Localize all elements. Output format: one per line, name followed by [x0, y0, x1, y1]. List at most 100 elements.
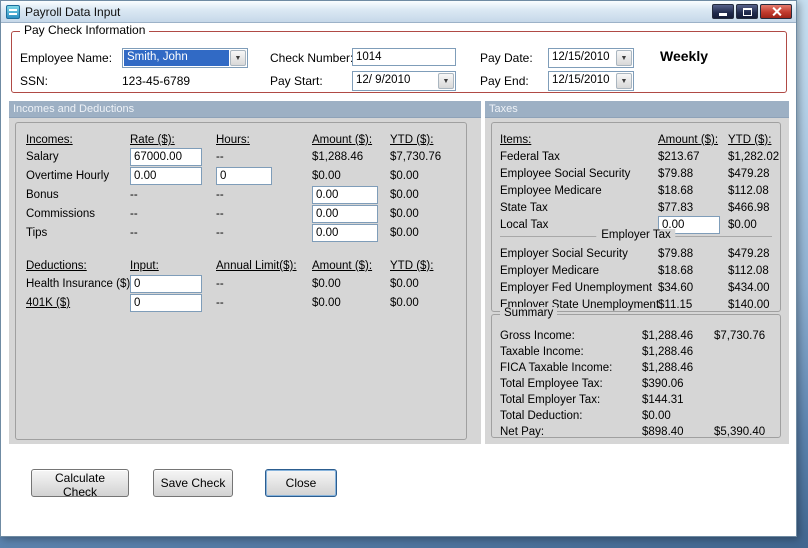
- incomes-deductions-header: Incomes and Deductions: [9, 101, 481, 118]
- pay-date-dropdown-button[interactable]: ▼: [616, 50, 632, 66]
- tax-row-federal: Federal Tax $213.67 $1,282.02: [500, 148, 780, 166]
- paycheck-info-group: Pay Check Information Employee Name: Smi…: [11, 23, 787, 93]
- hours-cell: --: [216, 227, 224, 239]
- pay-frequency-label: Weekly: [660, 48, 708, 64]
- pay-start-dropdown-button[interactable]: ▼: [438, 73, 454, 89]
- health-insurance-input[interactable]: [130, 275, 202, 293]
- income-label: Tips: [26, 227, 48, 239]
- employee-name-value: Smith, John: [124, 50, 229, 66]
- income-label: Salary: [26, 151, 59, 163]
- hours-col-header: Hours:: [216, 134, 250, 146]
- pay-start-label: Pay Start:: [270, 74, 323, 88]
- amount-cell: [312, 224, 390, 242]
- minimize-button[interactable]: [712, 4, 734, 19]
- amount-cell: [312, 205, 390, 223]
- paycheck-info-group-label: Pay Check Information: [20, 23, 150, 37]
- ytd-cell: $0.00: [390, 297, 419, 309]
- ytd-cell: $0.00: [390, 189, 419, 201]
- maximize-button[interactable]: [736, 4, 758, 19]
- calculate-check-button[interactable]: Calculate Check: [31, 469, 129, 499]
- pay-date-picker[interactable]: 12/15/2010 ▼: [548, 48, 634, 68]
- income-row-bonus: Bonus -- -- $0.00: [26, 186, 460, 204]
- rate-col-header: Rate ($):: [130, 134, 175, 146]
- incomes-header-row: Incomes: Rate ($): Hours: Amount ($): YT…: [26, 131, 460, 149]
- amount-cell: $0.00: [642, 410, 671, 422]
- dropdown-arrow-icon: ▼: [234, 54, 242, 62]
- taxes-body: Items: Amount ($): YTD ($): Federal Tax …: [485, 118, 789, 444]
- employee-name-combo[interactable]: Smith, John ▼: [122, 48, 248, 68]
- amount-cell: $1,288.46: [642, 346, 694, 358]
- tax-label: Employee Social Security: [500, 168, 631, 180]
- pay-end-label: Pay End:: [480, 74, 529, 88]
- 401k-link[interactable]: 401K ($): [26, 297, 130, 309]
- rate-cell: [130, 148, 216, 166]
- ytd-cell: $434.00: [728, 282, 770, 294]
- ytd-cell: $7,730.76: [714, 330, 766, 342]
- tax-row-state: State Tax $77.83 $466.98: [500, 199, 776, 217]
- check-number-input[interactable]: [352, 48, 456, 66]
- employee-name-dropdown-button[interactable]: ▼: [230, 50, 246, 66]
- amount-cell: $898.40: [642, 426, 684, 438]
- rate-cell: --: [130, 227, 138, 239]
- tax-label: State Tax: [500, 202, 548, 214]
- amount-cell: $1,288.46: [642, 362, 694, 374]
- check-number-label: Check Number:: [270, 51, 354, 65]
- amount-cell: $11.15: [658, 299, 693, 311]
- taxes-header: Taxes: [485, 101, 789, 118]
- pay-end-dropdown-button[interactable]: ▼: [616, 73, 632, 89]
- ytd-cell: $0.00: [728, 219, 757, 231]
- rate-cell: [130, 167, 216, 185]
- maximize-icon: [742, 7, 752, 16]
- items-col-header: Items:: [500, 134, 532, 146]
- save-check-button[interactable]: Save Check: [153, 469, 233, 497]
- commissions-amount-input[interactable]: [312, 205, 378, 223]
- tax-row-employer-fed-unemployment: Employer Fed Unemployment $34.60 $434.00: [500, 279, 776, 297]
- titlebar[interactable]: Payroll Data Input: [1, 1, 796, 23]
- summary-label: Total Employer Tax:: [500, 394, 601, 406]
- ytd-col-header: YTD ($):: [390, 260, 434, 272]
- ytd-cell: $0.00: [390, 170, 419, 182]
- ytd-cell: $112.08: [728, 185, 769, 197]
- taxes-header-row: Items: Amount ($): YTD ($):: [500, 131, 776, 149]
- summary-label: Net Pay:: [500, 426, 545, 438]
- hours-cell: --: [216, 189, 224, 201]
- desktop-background: Payroll Data Input Pay Check Information…: [0, 0, 808, 548]
- incomes-deductions-body: Incomes: Rate ($): Hours: Amount ($): YT…: [9, 118, 481, 444]
- bonus-amount-input[interactable]: [312, 186, 378, 204]
- amount-cell: $18.68: [658, 185, 694, 197]
- summary-label: Total Deduction:: [500, 410, 583, 422]
- pay-end-picker[interactable]: 12/15/2010 ▼: [548, 71, 634, 91]
- summary-label: FICA Taxable Income:: [500, 362, 613, 374]
- close-button[interactable]: Close: [265, 469, 337, 497]
- 401k-input[interactable]: [130, 294, 202, 312]
- amount-cell: $213.67: [658, 151, 700, 163]
- employee-name-label: Employee Name:: [20, 51, 113, 65]
- ytd-cell: $1,282.02: [728, 151, 780, 163]
- overtime-hours-input[interactable]: [216, 167, 272, 185]
- ytd-col-header: YTD ($):: [390, 134, 434, 146]
- annual-limit-col-header: Annual Limit($):: [216, 260, 297, 272]
- overtime-rate-input[interactable]: [130, 167, 202, 185]
- pay-start-picker[interactable]: 12/ 9/2010 ▼: [352, 71, 456, 91]
- rate-cell: --: [130, 189, 138, 201]
- summary-group-label: Summary: [500, 307, 558, 319]
- taxes-panel: Taxes Items: Amount ($): YTD ($): Federa…: [485, 101, 789, 444]
- income-label: Commissions: [26, 208, 96, 220]
- tips-amount-input[interactable]: [312, 224, 378, 242]
- close-icon: [772, 7, 781, 16]
- taxes-groupbox: Items: Amount ($): YTD ($): Federal Tax …: [491, 122, 781, 312]
- amount-col-header: Amount ($):: [312, 260, 373, 272]
- ytd-cell: $112.08: [728, 265, 769, 277]
- incomes-col-header: Incomes:: [26, 134, 73, 146]
- hours-cell: [216, 167, 312, 185]
- pay-end-value: 12/15/2010: [552, 74, 610, 86]
- tax-label: Federal Tax: [500, 151, 560, 163]
- salary-rate-input[interactable]: [130, 148, 202, 166]
- ytd-cell: $0.00: [390, 208, 419, 220]
- limit-cell: --: [216, 297, 224, 309]
- app-icon: [6, 4, 20, 19]
- amount-cell: $18.68: [658, 265, 694, 277]
- ssn-label: SSN:: [20, 74, 49, 88]
- summary-label: Gross Income:: [500, 330, 575, 342]
- close-window-button[interactable]: [760, 4, 792, 19]
